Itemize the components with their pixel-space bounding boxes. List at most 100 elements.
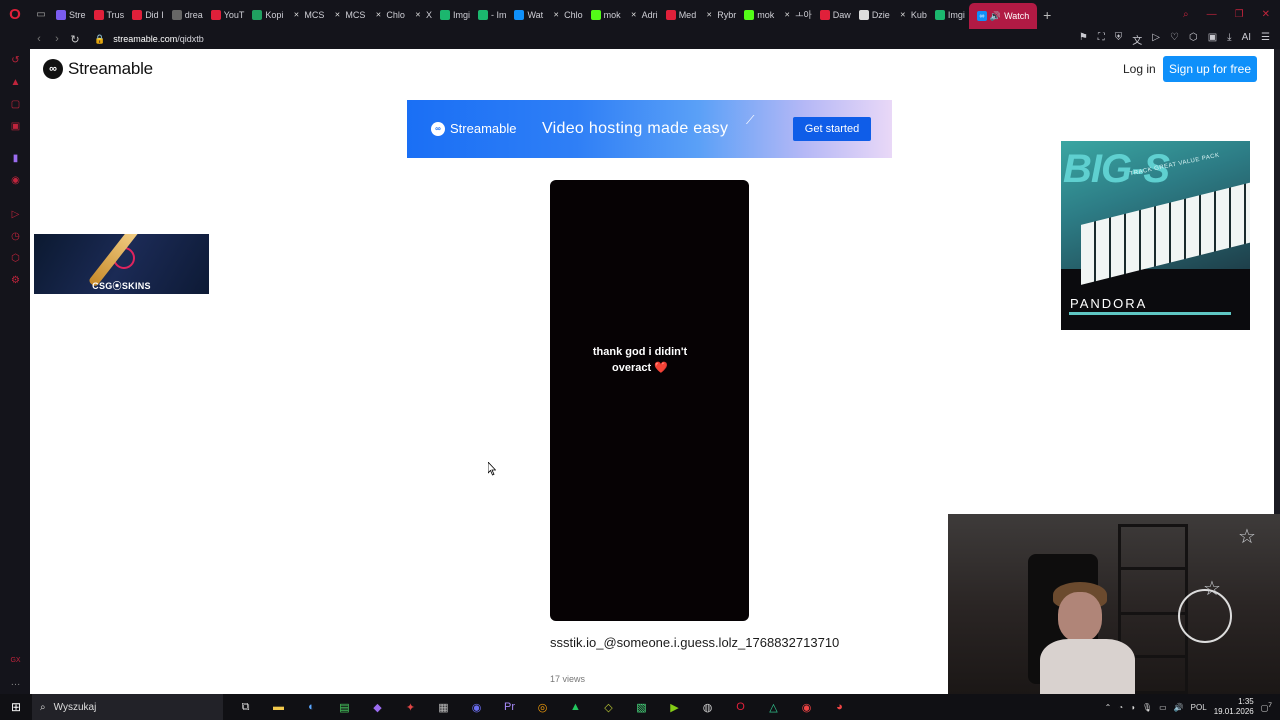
app-icon[interactable]: ▦: [427, 694, 460, 720]
browser-tab[interactable]: Kopi: [248, 0, 287, 29]
x-icon: ✕: [415, 11, 421, 19]
language-indicator[interactable]: POL: [1191, 703, 1207, 712]
shield-icon[interactable]: ⛨: [1115, 32, 1123, 47]
browser-tab[interactable]: mok: [587, 0, 625, 29]
browser-tab[interactable]: ✕ Chlo: [547, 0, 587, 29]
app-icon[interactable]: ◇: [592, 694, 625, 720]
extensions-icon[interactable]: ⬡: [1189, 32, 1198, 47]
twitch-icon[interactable]: ▮: [10, 153, 21, 164]
settings-icon[interactable]: ⚙: [10, 275, 21, 286]
snapshot-icon[interactable]: ⛶: [1098, 32, 1105, 47]
app-icon[interactable]: ▶: [658, 694, 691, 720]
bookmark-icon[interactable]: ⚑: [1079, 32, 1088, 47]
app-icon[interactable]: ▲: [559, 694, 592, 720]
browser-tab[interactable]: Imgi: [436, 0, 474, 29]
app-icon[interactable]: △: [757, 694, 790, 720]
browser-tab[interactable]: ✕ X: [409, 0, 436, 29]
network-icon[interactable]: ▭: [1159, 703, 1167, 712]
ai-icon[interactable]: AI: [1242, 32, 1251, 47]
browser-tab[interactable]: Imgi: [931, 0, 969, 29]
play-icon[interactable]: ▷: [1152, 32, 1160, 47]
clock[interactable]: 1:35 19.01.2026: [1214, 697, 1254, 717]
tab-active[interactable]: ∞ 🔊 Watch: [968, 3, 1038, 29]
browser-tab[interactable]: ✕ MCS: [328, 0, 369, 29]
url-field[interactable]: streamable.com/qidxtb: [113, 34, 204, 44]
browser-tab[interactable]: Med: [662, 0, 701, 29]
browser-tab[interactable]: Did I: [128, 0, 168, 29]
minimize-button[interactable]: —: [1207, 9, 1217, 20]
close-button[interactable]: ✕: [1262, 9, 1270, 20]
lock-icon[interactable]: 🔒: [94, 34, 105, 45]
browser-tab[interactable]: - Im: [474, 0, 511, 29]
browser-tab[interactable]: ✕ ㅗ아: [778, 0, 816, 29]
browser-tab[interactable]: ✕ Adri: [625, 0, 662, 29]
login-link[interactable]: Log in: [1123, 62, 1156, 76]
more-icon[interactable]: …: [10, 677, 21, 688]
ad-csgo-skins[interactable]: CSG⦿SKINS: [34, 234, 209, 294]
get-started-button[interactable]: Get started: [793, 117, 871, 141]
opera-gx-icon[interactable]: O: [724, 694, 757, 720]
cube-icon[interactable]: ⬡: [10, 253, 21, 264]
browser-tab[interactable]: mok: [740, 0, 778, 29]
browser-tab[interactable]: ✕ Chlo: [369, 0, 409, 29]
translate-icon[interactable]: 文: [1132, 32, 1142, 47]
app-icon[interactable]: ◆: [361, 694, 394, 720]
browser-tab[interactable]: Dzie: [855, 0, 894, 29]
obs-icon[interactable]: ◉: [790, 694, 823, 720]
app-icon[interactable]: ▧: [625, 694, 658, 720]
forward-icon[interactable]: ›: [48, 33, 66, 45]
windows-start-icon[interactable]: ⊞: [0, 694, 32, 720]
messenger-icon[interactable]: ▢: [10, 99, 21, 110]
video-player[interactable]: thank god i didin't overact ❤️: [550, 180, 749, 621]
chat-icon[interactable]: ▣: [10, 121, 21, 132]
new-tab-button[interactable]: +: [1037, 7, 1057, 23]
download-icon[interactable]: ⤓: [1227, 32, 1231, 47]
tray-app-icon[interactable]: ◑: [1130, 703, 1135, 712]
history-icon[interactable]: ↺: [10, 55, 21, 66]
wallet-icon[interactable]: ▣: [1208, 32, 1217, 47]
easy-setup-icon[interactable]: ☰: [1261, 32, 1270, 47]
video-views: 17 views: [550, 674, 586, 684]
chrome-icon[interactable]: ◕: [823, 694, 856, 720]
task-view-icon[interactable]: ⧉: [229, 694, 262, 720]
browser-tab[interactable]: ✕ Kub: [894, 0, 931, 29]
discord-icon[interactable]: ◉: [460, 694, 493, 720]
discord-icon[interactable]: ◉: [10, 175, 21, 186]
maximize-button[interactable]: ❐: [1235, 9, 1244, 20]
taskbar-search[interactable]: ⌕ Wyszukaj: [32, 694, 223, 720]
chevron-up-icon[interactable]: ⌃: [1105, 703, 1112, 712]
search-tabs-icon[interactable]: ⌕: [1183, 9, 1189, 20]
browser-tab[interactable]: Wat: [510, 0, 547, 29]
promo-banner[interactable]: ∞ Streamable Video hosting made easy ⟋ G…: [407, 100, 892, 158]
browser-tab[interactable]: drea: [168, 0, 207, 29]
app-icon[interactable]: ◍: [691, 694, 724, 720]
premiere-icon[interactable]: Pr: [493, 694, 526, 720]
browser-tab[interactable]: Daw: [816, 0, 855, 29]
tray-app-icon[interactable]: ◔: [1118, 703, 1123, 712]
browser-tab[interactable]: ✕ Rybr: [700, 0, 740, 29]
player-icon[interactable]: ▷: [10, 209, 21, 220]
steam-icon[interactable]: ◐: [295, 694, 328, 720]
file-explorer-icon[interactable]: ▬: [262, 694, 295, 720]
streamable-logo[interactable]: ∞ Streamable: [43, 59, 153, 79]
browser-tab[interactable]: Stre: [52, 0, 90, 29]
notification-icon[interactable]: ▢7: [1261, 702, 1272, 713]
opera-menu-icon[interactable]: O: [0, 0, 30, 29]
browser-tab[interactable]: ✕ MCS: [287, 0, 328, 29]
gx-icon[interactable]: GX: [10, 655, 21, 666]
clock-icon[interactable]: ◷: [10, 231, 21, 242]
blender-icon[interactable]: ◎: [526, 694, 559, 720]
browser-tab[interactable]: YouT: [207, 0, 249, 29]
notepad-icon[interactable]: ▤: [328, 694, 361, 720]
microphone-icon[interactable]: 🎙: [1142, 703, 1152, 712]
heart-icon[interactable]: ♡: [1170, 32, 1179, 47]
tab-overview-icon[interactable]: ▭: [30, 0, 52, 29]
volume-icon[interactable]: 🔊: [1174, 703, 1184, 712]
reload-icon[interactable]: ↻: [66, 33, 84, 46]
ad-pandora[interactable]: BIG-S TRACK GREAT VALUE PACK PANDORA: [1061, 141, 1250, 330]
browser-tab[interactable]: Trus: [90, 0, 129, 29]
signup-button[interactable]: Sign up for free: [1163, 56, 1257, 82]
aria-icon[interactable]: ▲: [10, 77, 21, 88]
app-icon[interactable]: ✦: [394, 694, 427, 720]
back-icon[interactable]: ‹: [30, 33, 48, 45]
